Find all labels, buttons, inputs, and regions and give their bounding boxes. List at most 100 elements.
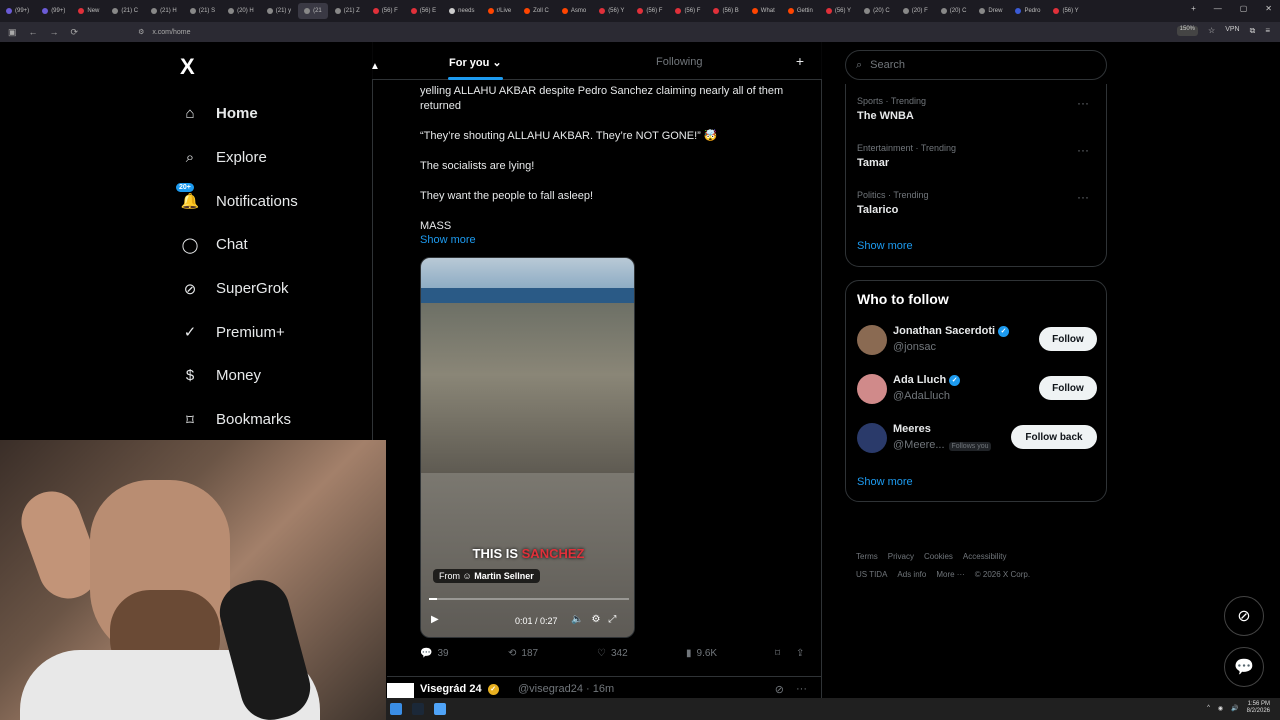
browser-tab[interactable]: (20) F [897, 3, 934, 19]
show-more-link[interactable]: Show more [420, 234, 476, 246]
share-button[interactable]: ⇪ [796, 648, 804, 659]
x-logo[interactable]: X [180, 54, 195, 80]
browser-tab[interactable]: (21) y [261, 3, 297, 19]
footer-link[interactable]: Privacy [888, 552, 914, 561]
browser-tab[interactable]: r/Live [482, 3, 518, 19]
zoom-indicator[interactable]: 150% [1176, 26, 1199, 36]
browser-tab[interactable]: (20) C [858, 3, 896, 19]
repost-button[interactable]: ⟲ 187 [508, 648, 538, 659]
more-options-icon[interactable]: ··· [1077, 190, 1089, 204]
clock[interactable]: 1:56 PM 8/2/2026 [1247, 701, 1270, 715]
browser-tab[interactable]: (21) H [145, 3, 183, 19]
video-progress-bar[interactable] [429, 598, 629, 600]
follow-button[interactable]: Follow back [1011, 425, 1097, 449]
new-tab-button[interactable]: + [1191, 4, 1196, 13]
steam-icon[interactable] [412, 703, 424, 715]
browser-tab[interactable]: (21) C [106, 3, 144, 19]
menu-icon[interactable]: ≡ [1265, 26, 1270, 36]
user-name[interactable]: Meeres [893, 423, 931, 435]
reply-button[interactable]: 💬 39 [420, 648, 449, 659]
user-name[interactable]: Jonathan Sacerdoti ✓ [893, 325, 1010, 337]
network-icon[interactable]: ◉ [1218, 705, 1223, 712]
wtf-show-more-link[interactable]: Show more [857, 476, 913, 488]
who-to-follow-row[interactable]: Jonathan Sacerdoti ✓ @jonsac Follow [857, 325, 1097, 361]
avatar[interactable] [857, 325, 887, 355]
browser-tab[interactable]: (56) Y [593, 3, 630, 19]
forward-button[interactable]: → [50, 27, 59, 38]
nav-item-chat[interactable]: ◯ Chat [180, 223, 298, 267]
who-to-follow-row[interactable]: Ada Lluch ✓ @AdaLluch Follow [857, 374, 1097, 410]
video-player[interactable]: THIS IS SANCHEZ From ☺ Martin Sellner ▶ … [420, 257, 635, 638]
next-post[interactable]: Visegrád 24 ✓ @visegrad24 · 16m ⊘ ··· [387, 676, 822, 703]
browser-tab[interactable]: needs [443, 3, 480, 19]
tray-chevron-icon[interactable]: ^ [1207, 705, 1210, 711]
browser-tab[interactable]: Zoll C [518, 3, 555, 19]
browser-tab[interactable]: (21 [298, 3, 328, 19]
footer-link[interactable]: Accessibility [963, 552, 1007, 561]
trend-item[interactable]: Entertainment · Trending Tamar ··· [857, 143, 1097, 169]
like-button[interactable]: ♡ 342 [597, 648, 628, 659]
browser-tab[interactable]: New [72, 3, 105, 19]
footer-link[interactable]: Ads info [897, 570, 926, 579]
browser-tab[interactable]: (21) Z [329, 3, 366, 19]
sidebar-toggle-icon[interactable]: ▣ [8, 27, 17, 38]
volume-icon[interactable]: 🔈 [571, 614, 583, 625]
follow-button[interactable]: Follow [1039, 327, 1097, 351]
nav-item-home[interactable]: ⌂ Home [180, 92, 298, 136]
grok-fab-button[interactable]: ⊘ [1224, 596, 1264, 636]
volume-tray-icon[interactable]: 🔊 [1231, 705, 1238, 712]
trend-item[interactable]: Sports · Trending The WNBA ··· [857, 96, 1097, 122]
browser-tab[interactable]: Asmo [556, 3, 592, 19]
browser-tab[interactable]: (99+) [0, 3, 35, 19]
search-input[interactable]: ⌕ Search [845, 50, 1107, 80]
browser-tab[interactable]: (56) Y [1047, 3, 1084, 19]
vpn-button[interactable]: VPN [1225, 26, 1239, 36]
nav-item-premium[interactable]: ✓ Premium+ [180, 310, 298, 354]
url-field[interactable]: x.com/home [152, 29, 190, 36]
extensions-icon[interactable]: ⧉ [1250, 26, 1256, 36]
close-window-button[interactable]: ✕ [1265, 4, 1272, 13]
browser-tab[interactable]: (99+) [36, 3, 71, 19]
app-icon[interactable] [434, 703, 446, 715]
nav-item-notifications[interactable]: 🔔 20+ Notifications [176, 179, 298, 223]
footer-link[interactable]: Cookies [924, 552, 953, 561]
browser-tab[interactable]: (21) S [184, 3, 221, 19]
browser-tab[interactable]: (56) E [405, 3, 442, 19]
browser-tab[interactable]: Gettin [782, 3, 819, 19]
bookmark-star-icon[interactable]: ☆ [1208, 26, 1215, 36]
grok-icon[interactable]: ⊘ [775, 683, 784, 696]
browser-tab[interactable]: Pedro [1009, 3, 1046, 19]
nav-item-supergrok[interactable]: ⊘ SuperGrok [180, 267, 298, 311]
play-icon[interactable]: ▶ [431, 614, 439, 625]
who-to-follow-row[interactable]: Meeres @Meere... Follows you Follow back [857, 423, 1097, 459]
tab-following[interactable]: Following [656, 56, 702, 68]
more-options-icon[interactable]: ··· [1077, 143, 1089, 157]
trends-show-more-link[interactable]: Show more [857, 240, 913, 252]
nav-item-money[interactable]: $ Money [180, 354, 298, 398]
settings-icon[interactable]: ⚙ [591, 614, 600, 625]
back-button[interactable]: ← [29, 27, 38, 38]
browser-tab[interactable]: (56) Y [820, 3, 857, 19]
add-tab-icon[interactable]: + [796, 53, 804, 69]
user-name[interactable]: Ada Lluch ✓ [893, 374, 961, 386]
tab-for-you[interactable]: For you ⌄ [449, 56, 502, 69]
video-source-label[interactable]: From ☺ Martin Sellner [433, 569, 540, 583]
browser-tab[interactable]: Drew [973, 3, 1008, 19]
chat-fab-button[interactable]: 💬 [1224, 647, 1264, 687]
minimize-button[interactable]: — [1214, 4, 1222, 13]
browser-tab[interactable]: (20) H [222, 3, 260, 19]
footer-link[interactable]: More ··· [936, 570, 964, 579]
reload-button[interactable]: ⟳ [71, 27, 79, 38]
footer-link[interactable]: Terms [856, 552, 878, 561]
views-button[interactable]: ▮ 9.6K [686, 648, 717, 659]
nav-item-explore[interactable]: ⌕ Explore [180, 136, 298, 180]
more-options-icon[interactable]: ··· [796, 683, 807, 696]
footer-link[interactable]: US TIDA [856, 570, 887, 579]
more-options-icon[interactable]: ··· [1077, 96, 1089, 110]
browser-tab[interactable]: (56) B [707, 3, 744, 19]
follow-button[interactable]: Follow [1039, 376, 1097, 400]
site-info-icon[interactable]: ⚙ [138, 28, 144, 36]
trend-item[interactable]: Politics · Trending Talarico ··· [857, 190, 1097, 216]
windows-start-icon[interactable] [390, 703, 402, 715]
next-post-author[interactable]: Visegrád 24 ✓ [420, 683, 499, 695]
